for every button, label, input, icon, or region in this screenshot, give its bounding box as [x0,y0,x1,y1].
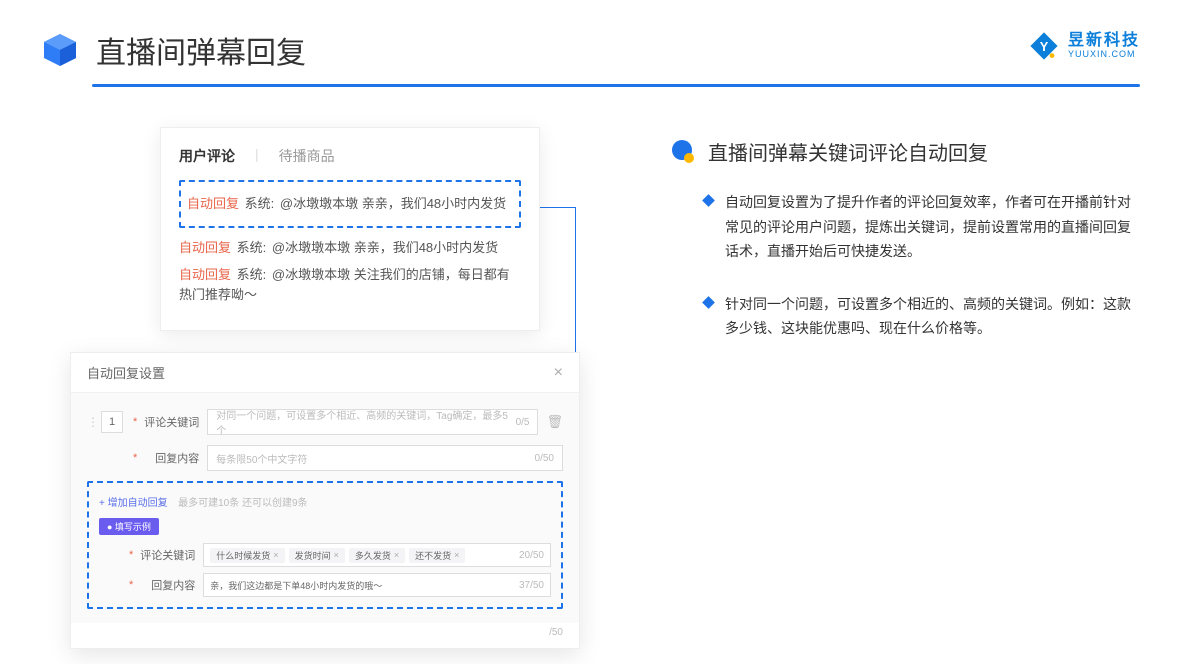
placeholder-text: 每条限50个中文字符 [216,451,307,466]
connector-line [540,207,576,208]
highlighted-comment: 自动回复 系统: @冰墩墩本墩 亲亲，我们48小时内发货 [179,180,521,228]
remove-tag-icon[interactable]: × [273,550,278,560]
example-content-input[interactable]: 亲，我们这边都是下单48小时内发货的哦～ 37/50 [203,573,551,597]
system-label: 系统: [237,240,267,255]
keyword-input[interactable]: 对同一个问题，可设置多个相近、高频的关键词，Tag确定，最多5个 0/5 [207,409,538,435]
example-keyword-tags[interactable]: 什么时候发货× 发货时间× 多久发货× 还不发货× 20/50 [203,543,551,567]
example-highlight: + 增加自动回复 最多可建10条 还可以创建9条 ● 填写示例 * 评论关键词 … [87,481,563,609]
add-hint: 最多可建10条 还可以创建9条 [178,498,307,509]
diamond-bullet-icon [702,296,715,309]
brand-icon: Y [1028,30,1060,62]
auto-reply-tag: 自动回复 [179,240,231,255]
example-content-label: 回复内容 [137,577,195,593]
required-star: * [129,549,133,561]
remove-tag-icon[interactable]: × [454,550,459,560]
tab-pending-products[interactable]: 待播商品 [279,146,335,166]
page-title: 直播间弹幕回复 [96,28,306,72]
remove-tag-icon[interactable]: × [334,550,339,560]
placeholder-text: 对同一个问题，可设置多个相近、高频的关键词，Tag确定，最多5个 [216,407,515,437]
content-input[interactable]: 每条限50个中文字符 0/50 [207,445,563,471]
keyword-tag: 还不发货× [409,548,465,563]
system-label: 系统: [245,196,275,211]
required-star: * [133,452,137,464]
char-count: 0/50 [535,453,554,464]
keyword-tag: 什么时候发货× [210,548,284,563]
example-keyword-label: 评论关键词 [137,547,195,563]
char-count: 20/50 [519,550,544,561]
comment-text: @冰墩墩本墩 亲亲，我们48小时内发货 [272,240,498,255]
example-content-value: 亲，我们这边都是下单48小时内发货的哦～ [210,579,382,592]
logo-cube-icon [40,30,80,70]
auto-reply-tag: 自动回复 [187,196,239,211]
char-count: 37/50 [519,580,544,591]
comment-text: @冰墩墩本墩 亲亲，我们48小时内发货 [280,196,506,211]
brand-logo: Y 昱新科技 YUUXIN.COM [1028,30,1140,62]
example-badge: ● 填写示例 [99,518,159,535]
drag-handle-icon[interactable]: ⋮⋮ [87,415,101,429]
bullet-text: 自动回复设置为了提升作者的评论回复效率，作者可在开播前针对常见的评论用户问题，提… [725,190,1140,264]
footer-count: /50 [71,623,579,648]
auto-reply-settings-panel: 自动回复设置 × ⋮⋮ 1 * 评论关键词 对同一个问题，可设置多个相近、高频的… [70,352,580,649]
required-star: * [129,579,133,591]
brand-name-en: YUUXIN.COM [1068,50,1140,60]
content-label: 回复内容 [141,450,199,466]
required-star: * [133,416,137,428]
keyword-tag: 多久发货× [349,548,405,563]
comments-panel: 用户评论 | 待播商品 自动回复 系统: @冰墩墩本墩 亲亲，我们48小时内发货… [160,127,540,331]
chat-bubble-icon [670,139,696,165]
keyword-label: 评论关键词 [141,414,199,430]
rule-number: 1 [101,411,123,433]
char-count: 0/5 [516,417,530,428]
delete-icon[interactable]: 🗑 [546,414,563,430]
diamond-bullet-icon [702,194,715,207]
auto-reply-tag: 自动回复 [179,267,231,282]
tab-separator: | [255,146,259,166]
tab-user-comments[interactable]: 用户评论 [179,146,235,166]
svg-text:Y: Y [1040,39,1049,54]
bullet-text: 针对同一个问题，可设置多个相近的、高频的关键词。例如：这款多少钱、这块能优惠吗、… [725,292,1140,341]
close-icon[interactable]: × [554,364,563,382]
keyword-tag: 发货时间× [289,548,345,563]
system-label: 系统: [237,267,267,282]
panel-title: 自动回复设置 [87,363,165,382]
brand-name-cn: 昱新科技 [1068,32,1140,50]
section-title: 直播间弹幕关键词评论自动回复 [708,137,988,166]
add-auto-reply-link[interactable]: + 增加自动回复 [99,494,168,509]
remove-tag-icon[interactable]: × [394,550,399,560]
